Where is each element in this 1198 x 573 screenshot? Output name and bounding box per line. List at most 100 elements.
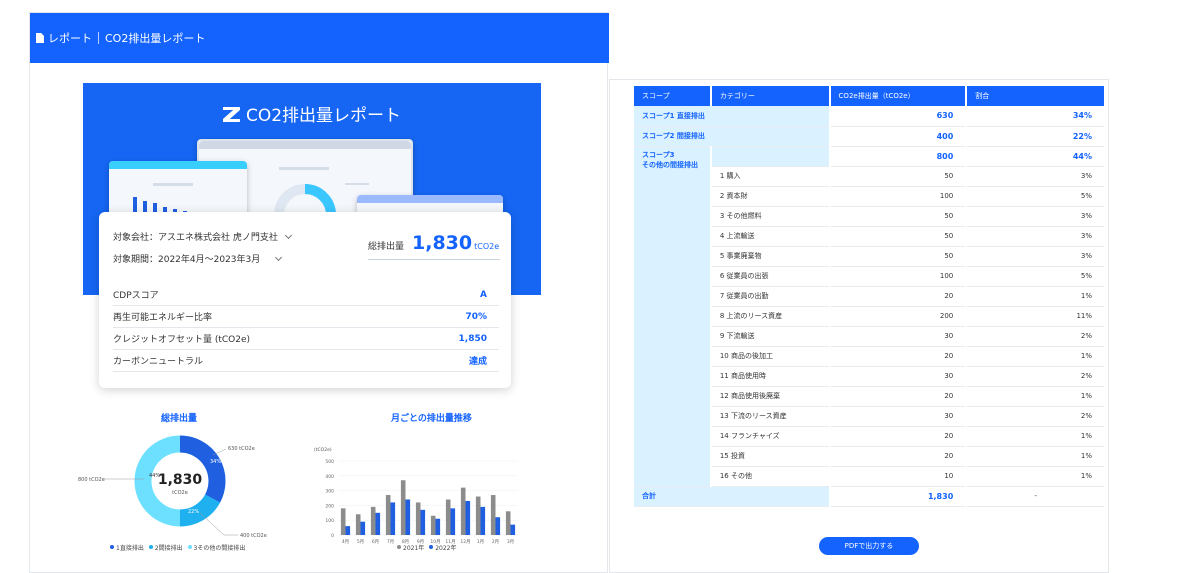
x-tick-label: 5月	[357, 539, 364, 545]
breadcrumb-root[interactable]: レポート	[48, 30, 92, 46]
category-pct: 1%	[966, 466, 1106, 487]
y-tick-label: 400	[325, 474, 334, 480]
legend-item: 2間接排出	[148, 545, 183, 552]
donut-label-scope3: 800 tCO2e	[78, 477, 105, 483]
category-value: 50	[829, 166, 968, 187]
bar-chart-title: 月ごとの排出量推移	[391, 414, 472, 424]
bar-2022	[405, 499, 411, 535]
bar-2021	[460, 487, 466, 535]
x-tick-label: 7月	[387, 539, 394, 545]
summary-row: クレジットオフセット量 (tCO2e) 1,850	[113, 328, 499, 350]
bar-2022	[375, 512, 381, 535]
category-pct: 5%	[966, 266, 1106, 287]
breadcrumb-divider	[98, 32, 99, 44]
summary-row: カーボンニュートラル 達成	[113, 350, 499, 372]
x-tick-label: 1月	[477, 539, 484, 545]
summary-row: CDPスコア A	[113, 284, 499, 306]
category-name: 4 上流輸送	[710, 226, 831, 247]
y-tick-label: 100	[325, 518, 334, 524]
category-pct: 3%	[966, 206, 1106, 227]
bar-2021	[430, 515, 436, 535]
bar-2021	[445, 499, 451, 535]
category-value: 100	[829, 266, 968, 287]
category-name: 9 下流輸送	[710, 326, 831, 347]
table-row: スコープ3 その他の間接排出 800 44%	[634, 146, 1106, 487]
summary-card: 対象会社：アスエネ株式会社 虎ノ門支社 対象期間：2022年4月〜2023年3月…	[99, 212, 511, 388]
category-pct: 5%	[966, 186, 1106, 207]
category-value: 50	[829, 246, 968, 267]
category-name: 7 従業員の出勤	[710, 286, 831, 307]
chevron-down-icon	[275, 253, 283, 262]
bar-2022	[390, 502, 396, 535]
bar-2021	[415, 502, 421, 535]
category-name: 1 購入	[710, 166, 831, 187]
category-pct: 3%	[966, 166, 1106, 187]
bar-2021	[370, 506, 376, 535]
category-name: 15 投資	[710, 446, 831, 467]
category-value: 100	[829, 186, 968, 207]
table-row: スコープ2 間接排出 400 22%	[634, 126, 1106, 147]
bar-2022	[510, 524, 516, 535]
total-label: 合計	[634, 486, 831, 507]
y-tick-label: 0	[331, 533, 334, 539]
document-icon	[36, 33, 44, 43]
bar-2021	[505, 511, 511, 535]
col-header-category[interactable]: カテゴリー	[710, 86, 831, 106]
donut-title: 総排出量	[161, 414, 198, 424]
total-value: 1,830	[412, 232, 473, 254]
export-pdf-button[interactable]: PDFで出力する	[819, 537, 919, 555]
category-name: 16 その他	[710, 466, 831, 487]
category-pct: 1%	[966, 446, 1106, 467]
category-value: 50	[829, 226, 968, 247]
category-value: 50	[829, 206, 968, 227]
donut-legend: 1直接排出 2間接排出 3その他の間接排出	[110, 543, 245, 552]
donut-pct-scope1: 34%	[210, 459, 221, 465]
summary-row: 再生可能エネルギー比率 70%	[113, 306, 499, 328]
company-filter[interactable]: 対象会社：アスエネ株式会社 虎ノ門支社	[113, 230, 292, 243]
category-name: 14 フランチャイズ	[710, 426, 831, 447]
scope3-label: スコープ3 その他の間接排出	[634, 146, 712, 487]
category-name: 10 商品の後加工	[710, 346, 831, 367]
table-total-row: 合計 1,830 -	[634, 486, 1106, 507]
category-pct: 3%	[966, 246, 1106, 267]
bar-2022	[480, 506, 486, 535]
monthly-bar-chart: (tCO2e)01002003004005004月 5月 6月 7月 8月 9月 10月 11…	[314, 447, 518, 545]
category-name: 3 その他燃料	[710, 206, 831, 227]
bar-2022	[450, 508, 456, 535]
bar-2021	[385, 495, 391, 535]
x-tick-label: 4月	[342, 539, 349, 545]
category-name: 6 従業員の出張	[710, 266, 831, 287]
col-header-scope[interactable]: スコープ	[634, 86, 712, 106]
category-name: 2 資本財	[710, 186, 831, 207]
total-unit: tCO2e	[474, 242, 500, 251]
bar-2021	[340, 508, 346, 535]
col-header-emissions[interactable]: CO2e排出量（tCO2e）	[829, 86, 968, 106]
breadcrumb: レポート CO2排出量レポート	[30, 13, 609, 63]
category-name: 13 下流のリース資産	[710, 406, 831, 427]
category-name: 8 上流のリース資産	[710, 306, 831, 327]
category-value: 20	[829, 426, 968, 447]
period-filter[interactable]: 対象期間：2022年4月〜2023年3月	[113, 252, 283, 265]
bar-legend: 2021年 2022年	[397, 543, 456, 552]
bar-2022	[360, 521, 366, 535]
category-pct: 11%	[966, 306, 1106, 327]
donut-label-scope2: 400 tCO2e	[240, 533, 267, 539]
x-tick-label: 12月	[460, 539, 470, 545]
bar-2022	[345, 526, 351, 535]
category-value: 10	[829, 466, 968, 487]
category-value: 20	[829, 386, 968, 407]
y-axis-label: (tCO2e)	[314, 447, 332, 453]
col-header-ratio[interactable]: 割合	[966, 86, 1106, 106]
category-name: 5 事業廃棄物	[710, 246, 831, 267]
bar-2021	[355, 514, 361, 535]
donut-chart: 1,830 tCO2e 34% 22% 44% 630 tCO2e 400 tC…	[78, 435, 267, 539]
category-value: 20	[829, 446, 968, 467]
bar-2021	[490, 495, 496, 535]
category-pct: 2%	[966, 366, 1106, 387]
category-pct: 1%	[966, 286, 1106, 307]
total-emissions: 総排出量 1,830 tCO2e	[368, 232, 500, 260]
y-tick-label: 200	[325, 503, 334, 509]
category-value: 30	[829, 406, 968, 427]
donut-pct-scope2: 22%	[188, 509, 199, 515]
donut-label-scope1: 630 tCO2e	[228, 446, 255, 452]
